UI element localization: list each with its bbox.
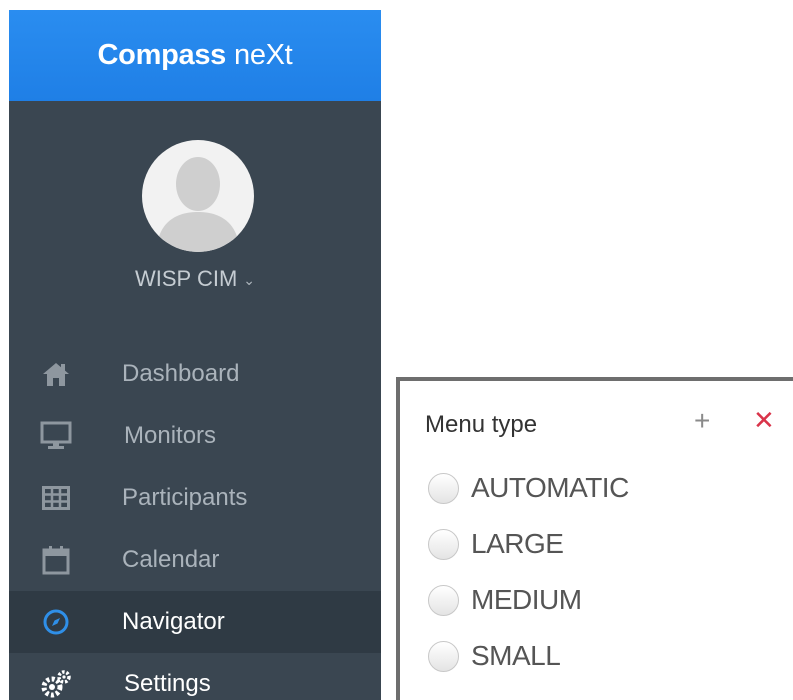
sidebar-item-label: Monitors xyxy=(124,422,217,449)
radio-label: SMALL xyxy=(471,640,561,671)
sidebar-item-label: Calendar xyxy=(122,546,220,573)
sidebar: Compass neXt WISP CIM ⌄ Dashboard Monitor… xyxy=(9,10,381,700)
plus-icon[interactable]: + xyxy=(694,405,710,437)
radio-option-medium[interactable]: MEDIUM xyxy=(428,580,582,620)
user-menu-toggle[interactable]: WISP CIM ⌄ xyxy=(9,266,381,292)
gears-icon xyxy=(39,667,73,700)
brand-name-bold: Compass xyxy=(97,39,227,71)
radio-label: AUTOMATIC xyxy=(471,472,629,503)
menu-type-panel: Menu type + ✕ AUTOMATIC LARGE MEDIUM SMA… xyxy=(396,377,793,700)
chevron-down-icon: ⌄ xyxy=(243,271,255,288)
close-icon[interactable]: ✕ xyxy=(753,405,775,436)
radio-option-small[interactable]: SMALL xyxy=(428,636,561,676)
sidebar-item-navigator[interactable]: Navigator xyxy=(9,591,381,653)
radio-button[interactable] xyxy=(428,528,459,560)
radio-button[interactable] xyxy=(428,584,459,616)
sidebar-item-label: Participants xyxy=(122,484,248,511)
radio-option-large[interactable]: LARGE xyxy=(428,524,564,564)
brand-header[interactable]: Compass neXt xyxy=(9,10,381,101)
radio-button[interactable] xyxy=(428,640,459,672)
radio-label: LARGE xyxy=(471,528,564,559)
home-icon xyxy=(39,357,73,391)
sidebar-item-monitors[interactable]: Monitors xyxy=(9,405,381,467)
panel-title: Menu type xyxy=(425,411,538,438)
sidebar-item-calendar[interactable]: Calendar xyxy=(9,529,381,591)
radio-label: MEDIUM xyxy=(471,584,582,615)
user-name: WISP CIM xyxy=(135,266,238,291)
sidebar-item-dashboard[interactable]: Dashboard xyxy=(9,343,381,405)
sidebar-item-label: Navigator xyxy=(122,608,225,635)
avatar[interactable] xyxy=(142,140,254,252)
monitor-icon xyxy=(39,419,73,453)
user-silhouette-icon xyxy=(156,157,240,252)
radio-button[interactable] xyxy=(428,472,459,504)
grid-icon xyxy=(39,481,73,515)
sidebar-item-label: Settings xyxy=(124,670,211,697)
calendar-icon xyxy=(39,543,73,577)
sidebar-item-label: Dashboard xyxy=(122,360,240,387)
sidebar-item-settings[interactable]: Settings xyxy=(9,653,381,700)
radio-option-automatic[interactable]: AUTOMATIC xyxy=(428,468,629,508)
brand-name-light: neXt xyxy=(233,39,293,71)
sidebar-item-participants[interactable]: Participants xyxy=(9,467,381,529)
compass-icon xyxy=(39,605,73,639)
sidebar-nav: Dashboard Monitors Participants Calendar… xyxy=(9,343,381,700)
